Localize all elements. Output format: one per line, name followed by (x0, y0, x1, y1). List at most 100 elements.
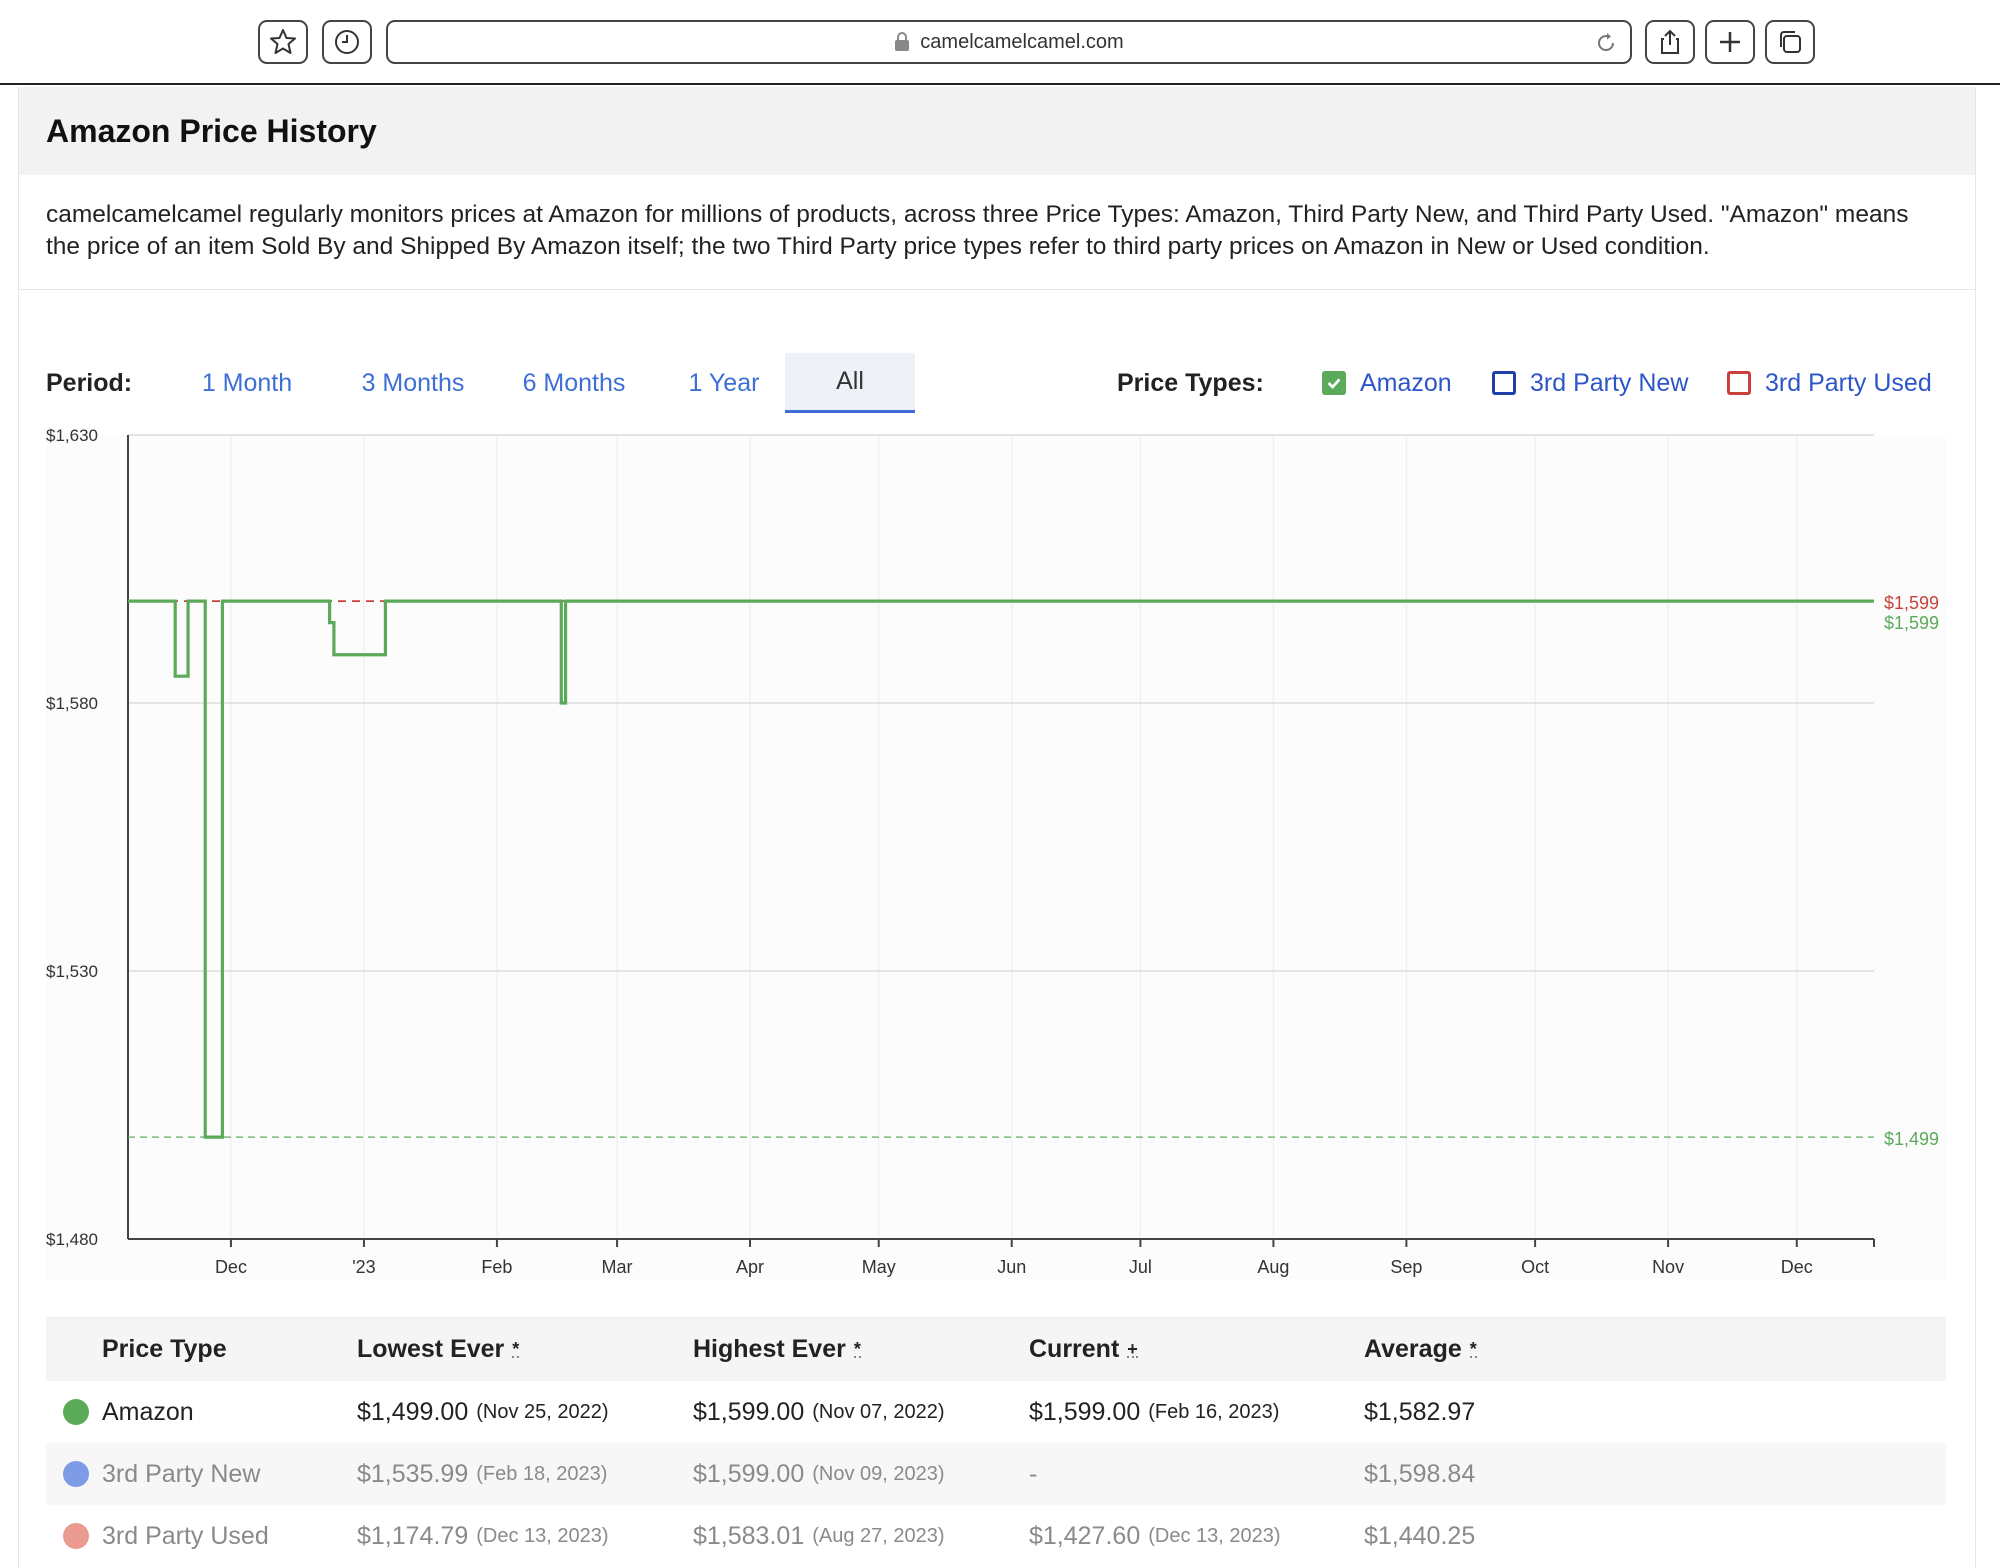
header-average: Average * (1364, 1318, 1477, 1381)
series-end-label: $1,599 (1884, 593, 1939, 613)
row-price-type: 3rd Party New (102, 1459, 261, 1488)
price-type-3rd-party-used[interactable]: 3rd Party Used (1727, 353, 1932, 413)
row-price-type: Amazon (102, 1397, 194, 1426)
table-header: Price Type Lowest Ever * Highest Ever * Cu… (46, 1317, 1946, 1381)
lowest-price: $1,174.79 (357, 1521, 469, 1550)
series-dot-icon (63, 1399, 89, 1425)
table-row: 3rd Party Used $1,174.79 (Dec 13, 2023) $… (46, 1505, 1946, 1567)
row-lowest: $1,535.99 (Feb 18, 2023) (357, 1443, 607, 1505)
x-tick-label: May (862, 1257, 896, 1277)
price-chart-svg: $1,630 $1,580 $1,530 $1,480 Dec '23 Feb Mar Apr M… (46, 426, 1946, 1279)
x-tick-label: Jun (997, 1257, 1026, 1277)
y-tick-label: $1,530 (46, 962, 98, 981)
intro-text: camelcamelcamel regularly monitors price… (19, 175, 1975, 290)
period-6-months[interactable]: 6 Months (511, 353, 637, 413)
current-date: (Feb 16, 2023) (1148, 1400, 1280, 1423)
price-type-3rd-party-new-label: 3rd Party New (1530, 368, 1689, 397)
x-tick-label: Aug (1257, 1257, 1289, 1277)
x-tick-label: Apr (736, 1257, 764, 1277)
tabs-icon (1780, 31, 1801, 53)
footnote-marker[interactable]: + (1127, 1340, 1138, 1358)
share-button[interactable] (1645, 20, 1695, 64)
section-header: Amazon Price History (19, 87, 1975, 175)
reload-icon[interactable] (1594, 31, 1618, 55)
row-average: $1,598.84 (1364, 1459, 1476, 1488)
highest-date: (Nov 07, 2022) (812, 1400, 945, 1423)
address-bar[interactable]: camelcamelcamel.com (386, 20, 1632, 64)
header-lowest-ever-label: Lowest Ever (357, 1335, 505, 1363)
tabs-button[interactable] (1765, 20, 1815, 64)
period-1-year[interactable]: 1 Year (674, 353, 774, 413)
period-label: Period: (46, 368, 133, 397)
header-average-label: Average (1364, 1335, 1462, 1363)
history-button[interactable] (322, 20, 372, 64)
y-tick-label: $1,580 (46, 694, 98, 713)
y-tick-label: $1,480 (46, 1230, 98, 1249)
checkbox-checked-icon[interactable] (1322, 371, 1346, 395)
current-price: $1,427.60 (1029, 1521, 1141, 1550)
series-end-label: $1,499 (1884, 1129, 1939, 1149)
period-1-month[interactable]: 1 Month (192, 353, 302, 413)
x-tick-label: Sep (1390, 1257, 1422, 1277)
footnote-marker[interactable]: * (512, 1340, 520, 1358)
new-tab-icon (1720, 32, 1740, 52)
x-tick-label: Jul (1129, 1257, 1152, 1277)
x-tick-label: Feb (481, 1257, 512, 1277)
history-icon (335, 30, 359, 54)
current-price: - (1029, 1459, 1038, 1488)
x-tick-label: Nov (1652, 1257, 1684, 1277)
highest-price: $1,599.00 (693, 1397, 805, 1426)
checkbox-unchecked-icon[interactable] (1492, 371, 1516, 395)
page-title: Amazon Price History (46, 112, 377, 149)
header-highest-ever: Highest Ever * (693, 1318, 861, 1381)
highest-price: $1,599.00 (693, 1459, 805, 1488)
row-lowest: $1,499.00 (Nov 25, 2022) (357, 1381, 609, 1443)
x-tick-label: '23 (352, 1257, 375, 1277)
x-tick-label: Mar (602, 1257, 633, 1277)
current-date: (Dec 13, 2023) (1148, 1524, 1281, 1547)
x-tick-label: Oct (1521, 1257, 1549, 1277)
bookmark-icon (270, 29, 296, 54)
row-current: $1,599.00 (Feb 16, 2023) (1029, 1381, 1279, 1443)
price-types-label: Price Types: (1117, 368, 1264, 397)
header-current: Current + (1029, 1318, 1138, 1381)
lowest-date: (Feb 18, 2023) (476, 1462, 608, 1485)
lowest-date: (Dec 13, 2023) (476, 1524, 609, 1547)
price-type-3rd-party-used-label: 3rd Party Used (1765, 368, 1932, 397)
price-chart: $1,630 $1,580 $1,530 $1,480 Dec '23 Feb Mar Apr M… (46, 425, 1966, 1385)
row-highest: $1,599.00 (Nov 07, 2022) (693, 1381, 945, 1443)
bookmark-button[interactable] (258, 20, 308, 64)
price-history-panel: Amazon Price History camelcamelcamel reg… (18, 87, 1976, 1568)
current-price: $1,599.00 (1029, 1397, 1141, 1426)
price-type-amazon[interactable]: Amazon (1322, 353, 1452, 413)
chart-controls: Period: 1 Month 3 Months 6 Months 1 Year… (46, 353, 1946, 413)
checkbox-unchecked-icon[interactable] (1727, 371, 1751, 395)
table-row: 3rd Party New $1,535.99 (Feb 18, 2023) $1… (46, 1443, 1946, 1505)
new-tab-button[interactable] (1705, 20, 1755, 64)
period-3-months[interactable]: 3 Months (350, 353, 476, 413)
lock-icon (895, 32, 910, 51)
lowest-price: $1,535.99 (357, 1459, 469, 1488)
footnote-marker[interactable]: * (853, 1340, 861, 1358)
footnote-marker[interactable]: * (1469, 1340, 1477, 1358)
header-highest-ever-label: Highest Ever (693, 1335, 846, 1363)
row-lowest: $1,174.79 (Dec 13, 2023) (357, 1505, 609, 1567)
row-current: - (1029, 1443, 1045, 1505)
lowest-date: (Nov 25, 2022) (476, 1400, 609, 1423)
highest-date: (Aug 27, 2023) (812, 1524, 945, 1547)
price-type-3rd-party-new[interactable]: 3rd Party New (1492, 353, 1688, 413)
series-end-label: $1,599 (1884, 613, 1939, 633)
url-text: camelcamelcamel.com (920, 30, 1124, 53)
highest-price: $1,583.01 (693, 1521, 805, 1550)
x-tick-label: Dec (215, 1257, 247, 1277)
header-price-type: Price Type (102, 1335, 227, 1363)
x-tick-label: Dec (1781, 1257, 1813, 1277)
header-lowest-ever: Lowest Ever * (357, 1318, 520, 1381)
share-icon (1661, 29, 1679, 54)
plot-background (46, 435, 1946, 1279)
row-average: $1,582.97 (1364, 1397, 1476, 1426)
header-current-label: Current (1029, 1335, 1120, 1363)
y-tick-label: $1,630 (46, 426, 98, 445)
lowest-price: $1,499.00 (357, 1397, 469, 1426)
period-all[interactable]: All (785, 353, 915, 413)
